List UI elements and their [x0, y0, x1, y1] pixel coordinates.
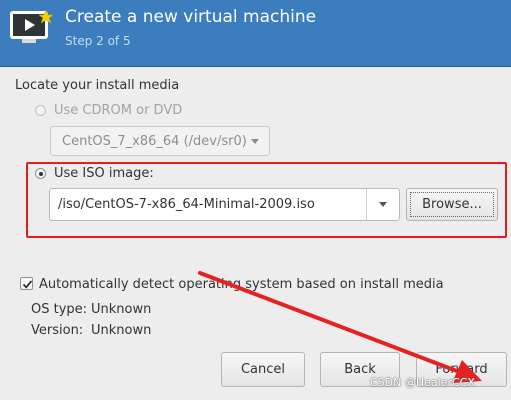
- cancel-button[interactable]: Cancel: [221, 352, 305, 387]
- cancel-button-label: Cancel: [240, 362, 286, 377]
- version-label: Version:: [31, 323, 84, 338]
- wizard-header: Create a new virtual machine Step 2 of 5: [0, 0, 511, 67]
- os-type-value: Unknown: [91, 302, 152, 317]
- version-value: Unknown: [91, 323, 152, 338]
- forward-button-label: Forward: [435, 362, 488, 377]
- auto-detect-checkbox[interactable]: [20, 277, 33, 290]
- wizard-title: Create a new virtual machine: [65, 7, 317, 27]
- watermark: CSDN @HealerCCX: [370, 376, 475, 389]
- cdrom-radio[interactable]: [35, 105, 46, 116]
- wizard-step: Step 2 of 5: [65, 34, 131, 48]
- chevron-down-icon: [251, 139, 259, 144]
- os-type-label: OS type:: [31, 302, 88, 317]
- version-row: Version: Unknown: [31, 323, 151, 338]
- cdrom-device-select[interactable]: CentOS_7_x86_64 (/dev/sr0): [50, 126, 270, 156]
- checkmark-icon: [22, 280, 33, 289]
- cdrom-device-value: CentOS_7_x86_64 (/dev/sr0): [62, 133, 247, 149]
- monitor-play-star-icon: [8, 7, 56, 47]
- back-button-label: Back: [344, 362, 376, 377]
- os-type-row: OS type: Unknown: [31, 302, 151, 317]
- auto-detect-label: Automatically detect operating system ba…: [39, 277, 444, 292]
- highlight-box: [26, 162, 507, 238]
- cdrom-radio-label: Use CDROM or DVD: [54, 103, 183, 118]
- section-title: Locate your install media: [15, 78, 180, 93]
- cdrom-radio-option[interactable]: Use CDROM or DVD: [35, 103, 182, 118]
